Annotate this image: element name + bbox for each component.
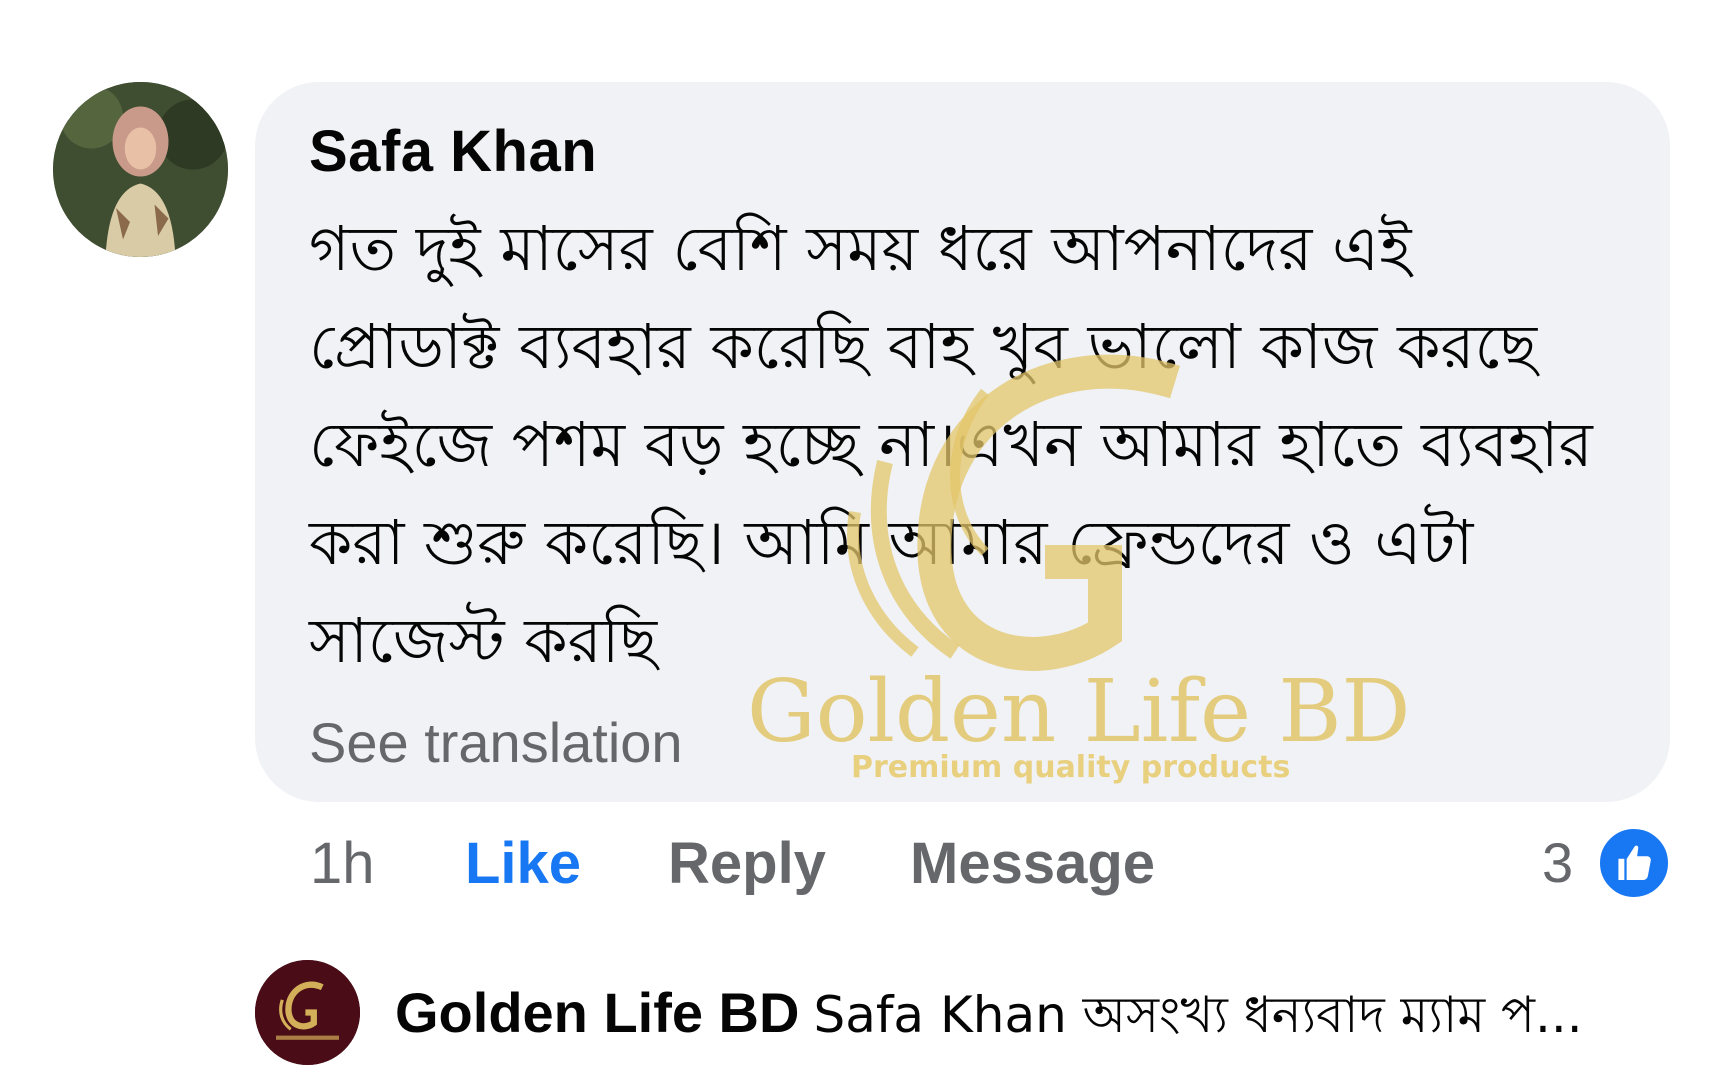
reaction-count: 3	[1542, 831, 1574, 894]
reply-preview-text[interactable]: Golden Life BD Safa Khan অসংখ্য ধন্যবাদ ম…	[395, 978, 1675, 1061]
message-button[interactable]: Message	[910, 830, 1155, 897]
comment-bubble: Safa Khan গত দুই মাসের বেশি সময় ধরে আপন…	[255, 82, 1670, 802]
like-button[interactable]: Like	[465, 830, 581, 897]
page-avatar[interactable]	[255, 960, 360, 1065]
like-thumb-icon	[1597, 826, 1671, 900]
page-logo-icon	[255, 960, 360, 1065]
reply-author[interactable]: Golden Life BD	[395, 981, 799, 1044]
watermark-tagline: Premium quality products	[851, 750, 1291, 785]
reply-snippet: Safa Khan অসংখ্য ধন্যবাদ ম্যাম প...	[813, 986, 1583, 1044]
reply-preview-row[interactable]: Golden Life BD Safa Khan অসংখ্য ধন্যবাদ ম…	[255, 960, 1675, 1065]
watermark-brand: Golden Life BD	[747, 662, 1411, 762]
comment-author[interactable]: Safa Khan	[309, 118, 597, 185]
comment-text: গত দুই মাসের বেশি সময় ধরে আপনাদের এই প্…	[309, 212, 1613, 677]
see-translation-link[interactable]: See translation	[309, 710, 683, 775]
comment-timestamp[interactable]: 1h	[310, 830, 375, 897]
reply-button[interactable]: Reply	[668, 830, 826, 897]
avatar-image	[53, 82, 228, 257]
avatar[interactable]	[53, 82, 228, 257]
comment-thread: Safa Khan গত দুই মাসের বেশি সময় ধরে আপন…	[0, 0, 1710, 1080]
